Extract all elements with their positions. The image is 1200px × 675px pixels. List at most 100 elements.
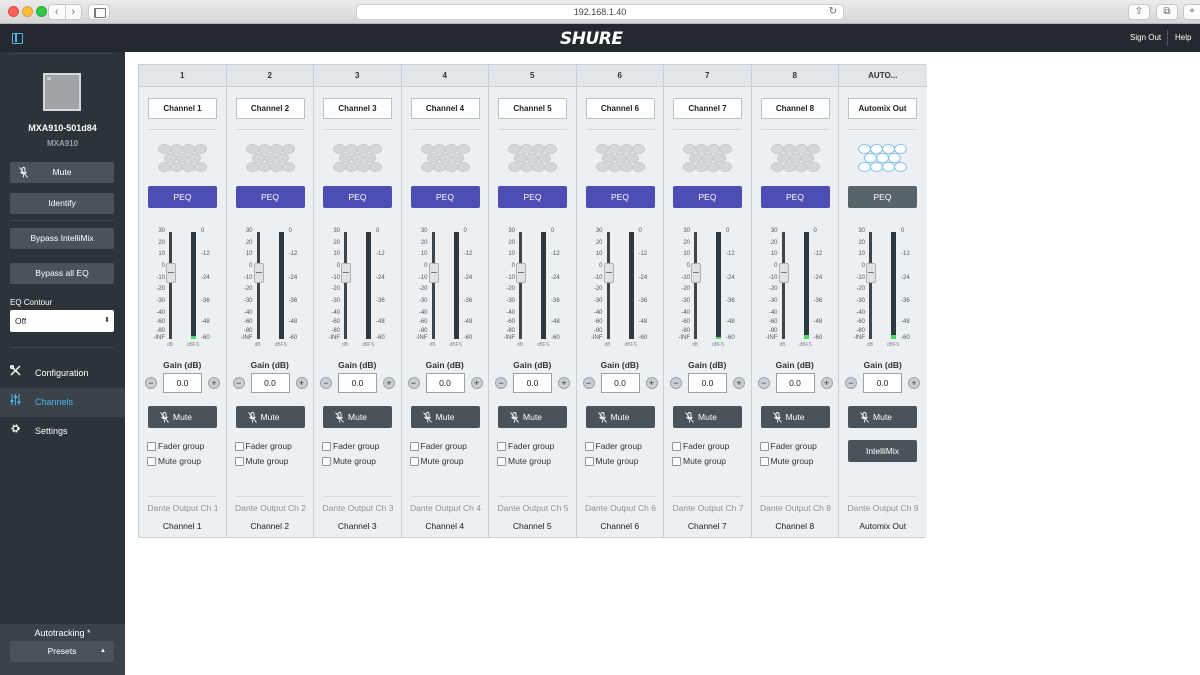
channel-mute-button[interactable]: Mute (585, 406, 655, 428)
channel-header[interactable]: 7 (664, 65, 751, 87)
gain-decrease-button[interactable]: − (232, 377, 245, 389)
peq-button[interactable]: PEQ (235, 186, 305, 208)
nav-channels[interactable]: Channels (0, 388, 125, 417)
channel-name-field[interactable]: Channel 5 (498, 98, 567, 119)
gain-fader-track[interactable] (169, 232, 172, 339)
gain-decrease-button[interactable]: − (145, 377, 157, 389)
channel-name-field[interactable]: Channel 2 (235, 98, 305, 119)
channel-name-field[interactable]: Channel 6 (585, 98, 655, 119)
channel-header[interactable]: 6 (576, 65, 663, 87)
mute-group-label[interactable]: Mute group (246, 456, 289, 466)
fader-group-checkbox[interactable] (672, 442, 681, 451)
channel-header[interactable]: 1 (139, 65, 226, 87)
gain-fader-knob[interactable] (166, 263, 176, 283)
channel-name-field[interactable]: Channel 4 (410, 98, 480, 119)
mute-group-checkbox[interactable] (759, 457, 769, 466)
fader-group-label[interactable]: Fader group (508, 441, 554, 451)
channel-mute-button[interactable]: Mute (498, 406, 567, 428)
gain-input[interactable]: 0.0 (513, 373, 552, 393)
fader-group-label[interactable]: Fader group (421, 441, 467, 451)
gain-fader-knob[interactable] (691, 263, 701, 283)
close-window-button[interactable] (8, 6, 19, 17)
gain-fader-knob[interactable] (253, 263, 264, 283)
gain-fader-track[interactable] (606, 232, 610, 339)
gain-fader-track[interactable] (869, 232, 872, 339)
gain-input[interactable]: 0.0 (338, 373, 377, 393)
gain-decrease-button[interactable]: − (320, 377, 332, 389)
mute-group-label[interactable]: Mute group (421, 456, 464, 466)
gain-fader-track[interactable] (256, 232, 260, 339)
identify-button[interactable]: Identify (10, 193, 114, 214)
panel-toggle-icon[interactable] (12, 33, 23, 44)
fader-group-label[interactable]: Fader group (333, 441, 379, 451)
mute-group-checkbox[interactable] (672, 457, 681, 466)
mute-group-checkbox[interactable] (147, 457, 156, 466)
mute-group-checkbox[interactable] (234, 457, 244, 466)
peq-button[interactable]: PEQ (760, 186, 830, 208)
fader-group-checkbox[interactable] (759, 442, 769, 451)
channel-mute-button[interactable]: Mute (410, 406, 480, 428)
gain-fader-knob[interactable] (778, 263, 789, 283)
gain-input[interactable]: 0.0 (688, 373, 727, 393)
device-mute-button[interactable]: Mute (10, 162, 114, 183)
mute-group-label[interactable]: Mute group (508, 456, 551, 466)
gain-increase-button[interactable]: + (733, 377, 745, 389)
gain-input[interactable]: 0.0 (863, 373, 902, 393)
back-icon[interactable]: ‹ (49, 5, 66, 19)
gain-fader-knob[interactable] (603, 263, 614, 283)
reload-icon[interactable]: ↻ (829, 5, 837, 19)
eq-contour-select[interactable]: Off ⬍ (10, 310, 114, 332)
peq-button[interactable]: PEQ (673, 186, 742, 208)
zoom-window-button[interactable] (36, 6, 47, 17)
gain-fader-track[interactable] (344, 232, 347, 339)
channel-header[interactable]: 4 (401, 65, 488, 87)
bypass-intellimix-button[interactable]: Bypass IntelliMix (10, 228, 114, 249)
channel-header[interactable]: 2 (226, 65, 313, 87)
channel-mute-button[interactable]: Mute (323, 406, 392, 428)
channel-name-field[interactable]: Channel 7 (673, 98, 742, 119)
gain-decrease-button[interactable]: − (845, 377, 857, 389)
channel-header[interactable]: 8 (751, 65, 838, 87)
mute-group-checkbox[interactable] (409, 457, 419, 466)
peq-button[interactable]: PEQ (848, 186, 917, 208)
channel-mute-button[interactable]: Mute (848, 406, 917, 428)
presets-button[interactable]: Presets ▲ (10, 641, 114, 662)
bypass-all-eq-button[interactable]: Bypass all EQ (10, 263, 114, 284)
peq-button[interactable]: PEQ (148, 186, 217, 208)
fader-group-checkbox[interactable] (584, 442, 594, 451)
help-link[interactable]: Help (1175, 33, 1191, 42)
gain-fader-knob[interactable] (516, 263, 526, 283)
peq-button[interactable]: PEQ (410, 186, 480, 208)
channel-mute-button[interactable]: Mute (673, 406, 742, 428)
gain-decrease-button[interactable]: − (582, 377, 595, 389)
gain-fader-track[interactable] (431, 232, 435, 339)
channel-header[interactable]: 3 (314, 65, 401, 87)
mute-group-label[interactable]: Mute group (333, 456, 376, 466)
fader-group-checkbox[interactable] (147, 442, 156, 451)
fader-group-label[interactable]: Fader group (246, 441, 292, 451)
gain-fader-track[interactable] (781, 232, 785, 339)
gain-increase-button[interactable]: + (383, 377, 395, 389)
channel-header[interactable]: AUTO... (839, 65, 927, 87)
peq-button[interactable]: PEQ (498, 186, 567, 208)
gain-input[interactable]: 0.0 (425, 373, 465, 393)
gain-input[interactable]: 0.0 (775, 373, 815, 393)
nav-configuration[interactable]: Configuration (0, 359, 125, 388)
peq-button[interactable]: PEQ (323, 186, 392, 208)
channel-header[interactable]: 5 (489, 65, 576, 87)
fader-group-checkbox[interactable] (322, 442, 331, 451)
new-tab-icon[interactable]: + (1183, 4, 1200, 20)
mute-group-checkbox[interactable] (584, 457, 594, 466)
intellimix-button[interactable]: IntelliMix (848, 440, 917, 462)
fader-group-label[interactable]: Fader group (596, 441, 642, 451)
gain-fader-track[interactable] (694, 232, 697, 339)
channel-mute-button[interactable]: Mute (760, 406, 830, 428)
gain-increase-button[interactable]: + (558, 377, 570, 389)
fader-group-label[interactable]: Fader group (683, 441, 729, 451)
mute-group-label[interactable]: Mute group (771, 456, 814, 466)
gain-decrease-button[interactable]: − (495, 377, 507, 389)
channel-name-field[interactable]: Channel 1 (148, 98, 217, 119)
gain-increase-button[interactable]: + (820, 377, 833, 389)
channel-mute-button[interactable]: Mute (235, 406, 305, 428)
gain-decrease-button[interactable]: − (670, 377, 682, 389)
